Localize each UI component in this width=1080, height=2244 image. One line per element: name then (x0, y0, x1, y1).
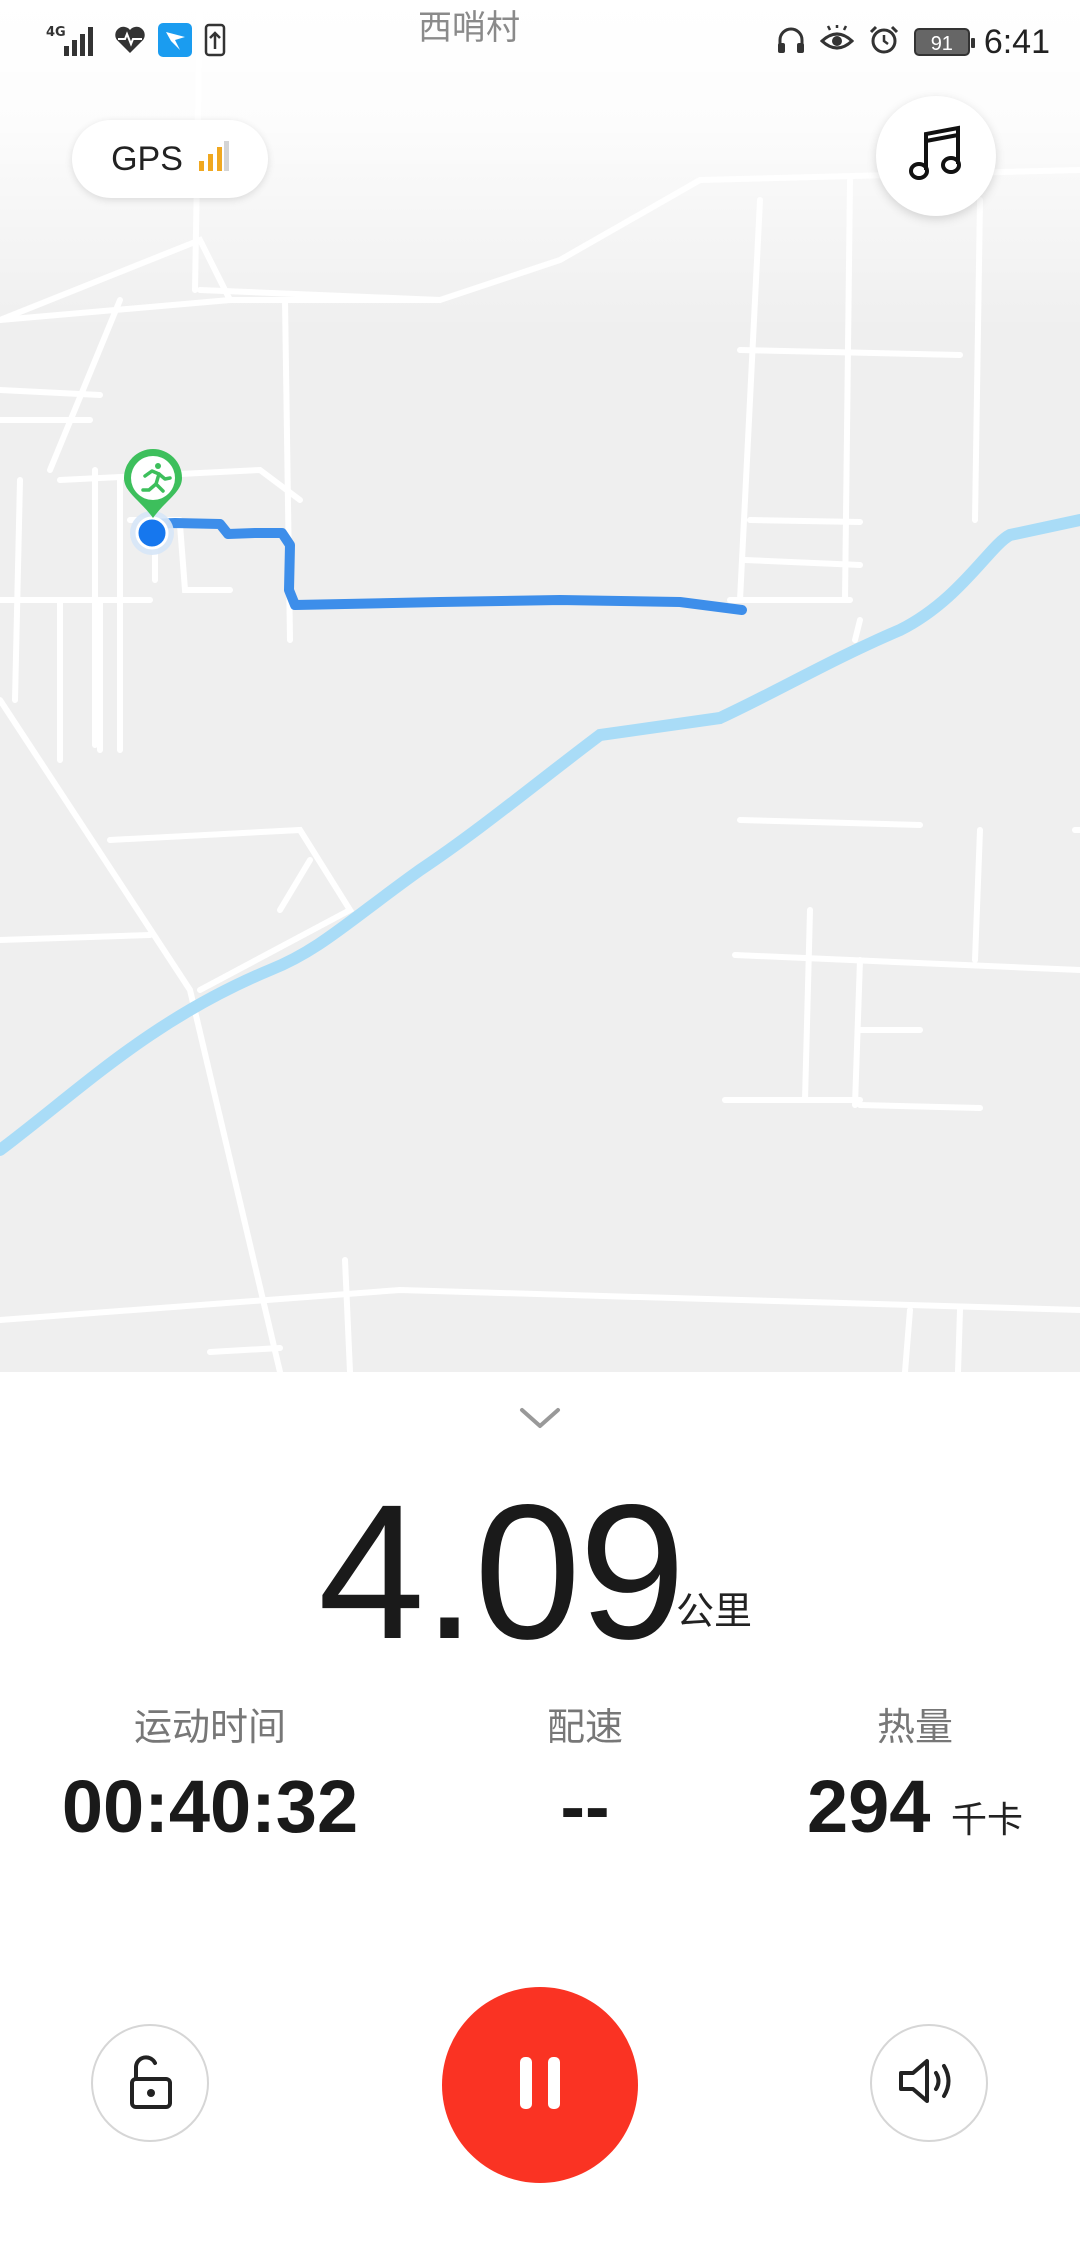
lock-button[interactable] (91, 2024, 209, 2142)
headphones-icon (776, 25, 806, 60)
music-button[interactable] (876, 96, 996, 216)
stat-value: 00:40:32 (61, 1765, 359, 1848)
stat-unit: 千卡 (951, 1800, 1024, 1841)
speaker-icon (895, 2053, 963, 2113)
battery-icon: 91 (913, 28, 975, 56)
map-place-label: 西哨村 (418, 8, 520, 48)
eye-comfort-icon (819, 24, 855, 60)
gps-label: GPS (111, 139, 183, 178)
stat-calories: 热量 294 千卡 (770, 1702, 1060, 1866)
pause-button[interactable] (442, 1987, 638, 2183)
svg-text:4G: 4G (46, 25, 66, 40)
stat-pace: 配速 -- (445, 1702, 725, 1852)
stat-label: 热量 (876, 1705, 953, 1749)
distance-value: 4.09 (318, 1464, 686, 1679)
unlock-icon (122, 2049, 178, 2117)
gps-signal-icon (197, 141, 229, 177)
stat-label: 配速 (546, 1705, 623, 1749)
start-marker-pin (124, 449, 182, 518)
upload-icon (204, 23, 226, 62)
status-left: 4G (44, 20, 226, 64)
voice-broadcast-button[interactable] (870, 2024, 988, 2142)
pause-icon (512, 2051, 568, 2119)
music-icon (904, 122, 968, 190)
current-position-marker (130, 511, 174, 555)
workout-panel: 4.09 公里 运动时间 00:40:32 配速 -- 热量 294 千卡 (0, 1372, 1080, 2244)
stat-duration: 运动时间 00:40:32 (40, 1702, 380, 1852)
alarm-icon (868, 24, 900, 61)
status-bar: 4G 西哨村 91 6:41 (0, 0, 1080, 84)
health-heart-icon (114, 25, 146, 60)
stat-value: -- (560, 1765, 610, 1848)
status-right: 91 6:41 (776, 18, 1050, 66)
chevron-down-icon[interactable] (516, 1402, 564, 1432)
stat-label: 运动时间 (133, 1705, 286, 1749)
signal-icon: 4G (44, 22, 102, 63)
app-notification-icon (158, 22, 192, 62)
distance-unit: 公里 (676, 1589, 753, 1633)
clock-time: 6:41 (983, 22, 1050, 61)
stat-value: 294 千卡 (806, 1765, 1024, 1848)
run-route (145, 518, 747, 615)
gps-status-pill[interactable]: GPS (72, 120, 268, 198)
